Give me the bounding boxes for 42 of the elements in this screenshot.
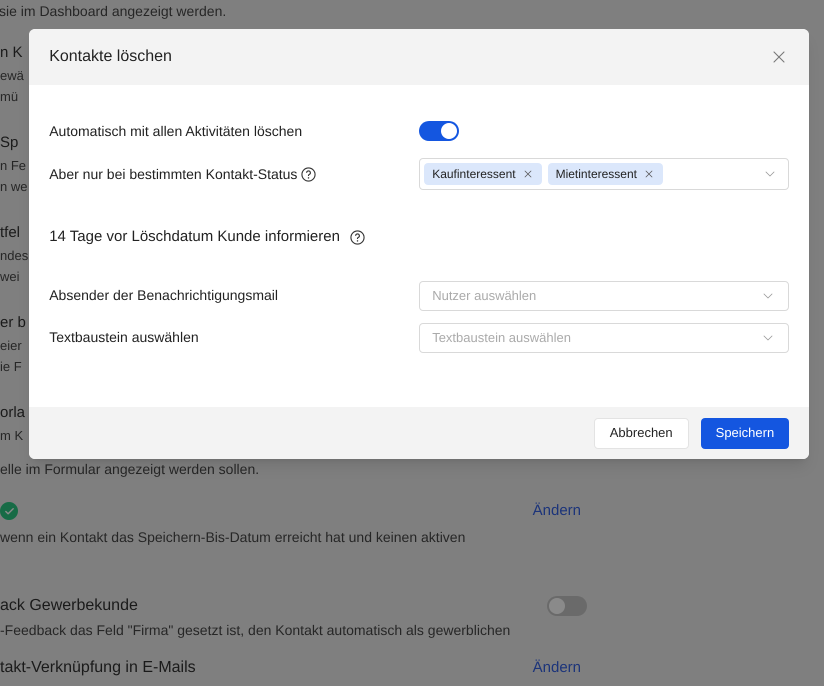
remove-icon[interactable] bbox=[642, 168, 655, 180]
save-button[interactable]: Speichern bbox=[700, 418, 790, 448]
setting-description: wenn ein Kontakt das Speichern-Bis-Datum erreicht hat und keinen aktiven bbox=[0, 528, 466, 547]
option-label: Automatisch mit allen Aktivitäten löschen bbox=[49, 122, 304, 140]
setting-description: ewä bbox=[0, 67, 24, 85]
setting-description: wei bbox=[0, 268, 20, 286]
select-field[interactable]: Textbaustein auswählen bbox=[419, 322, 790, 352]
help-icon[interactable] bbox=[301, 166, 316, 182]
toggle-switch[interactable] bbox=[419, 121, 460, 141]
setting-title: tfel bbox=[0, 223, 20, 243]
setting-title: ack Gewerbekunde bbox=[0, 596, 138, 616]
setting-description: -Feedback das Feld "Firma" gesetzt ist, den Kontakt automatisch als gewerblichen bbox=[0, 621, 512, 640]
setting-description: eier bbox=[0, 337, 22, 355]
section-heading: 14 Tage vor Löschdatum Kunde informieren bbox=[49, 227, 340, 247]
option-label: Absender der Benachrichtigungsmail bbox=[49, 286, 280, 305]
setting-title: Sp bbox=[0, 133, 18, 153]
select-field[interactable]: Nutzer auswählen bbox=[419, 280, 790, 310]
change-link[interactable]: Ändern bbox=[532, 500, 581, 522]
setting-title: er b bbox=[0, 313, 26, 333]
tag-label: Kaufinteressent bbox=[432, 166, 516, 183]
select-placeholder: Nutzer auswählen bbox=[432, 286, 536, 305]
remove-icon[interactable] bbox=[522, 168, 534, 180]
dialog-title: Kontakte löschen bbox=[49, 47, 172, 67]
tag-label: Mietinteressent bbox=[556, 166, 637, 183]
cancel-button[interactable]: Abbrechen bbox=[594, 418, 689, 448]
option-label: Textbaustein auswählen bbox=[49, 328, 200, 347]
setting-description: m K bbox=[0, 427, 24, 445]
option-label: Aber nur bei bestimmten Kontakt-Status bbox=[49, 164, 298, 184]
setting-title: takt-Verknüpfung in E-Mails bbox=[0, 659, 196, 676]
setting-description: ie F bbox=[0, 358, 22, 376]
change-link[interactable]: Ändern bbox=[532, 659, 581, 676]
setting-description: mü bbox=[0, 88, 18, 106]
setting-title: orla bbox=[0, 403, 26, 423]
setting-description: n Fe bbox=[0, 157, 26, 175]
status-multiselect[interactable]: Kaufinteressent Mietinteressent bbox=[419, 158, 790, 190]
setting-description: ndes bbox=[0, 247, 28, 265]
help-icon[interactable] bbox=[350, 230, 365, 245]
setting-description: n we bbox=[0, 178, 28, 196]
toggle-switch[interactable] bbox=[547, 596, 587, 616]
setting-description: elle im Formular angezeigt werden sollen. bbox=[0, 460, 260, 479]
setting-title: n K bbox=[0, 43, 23, 63]
select-placeholder: Textbaustein auswählen bbox=[432, 328, 571, 347]
